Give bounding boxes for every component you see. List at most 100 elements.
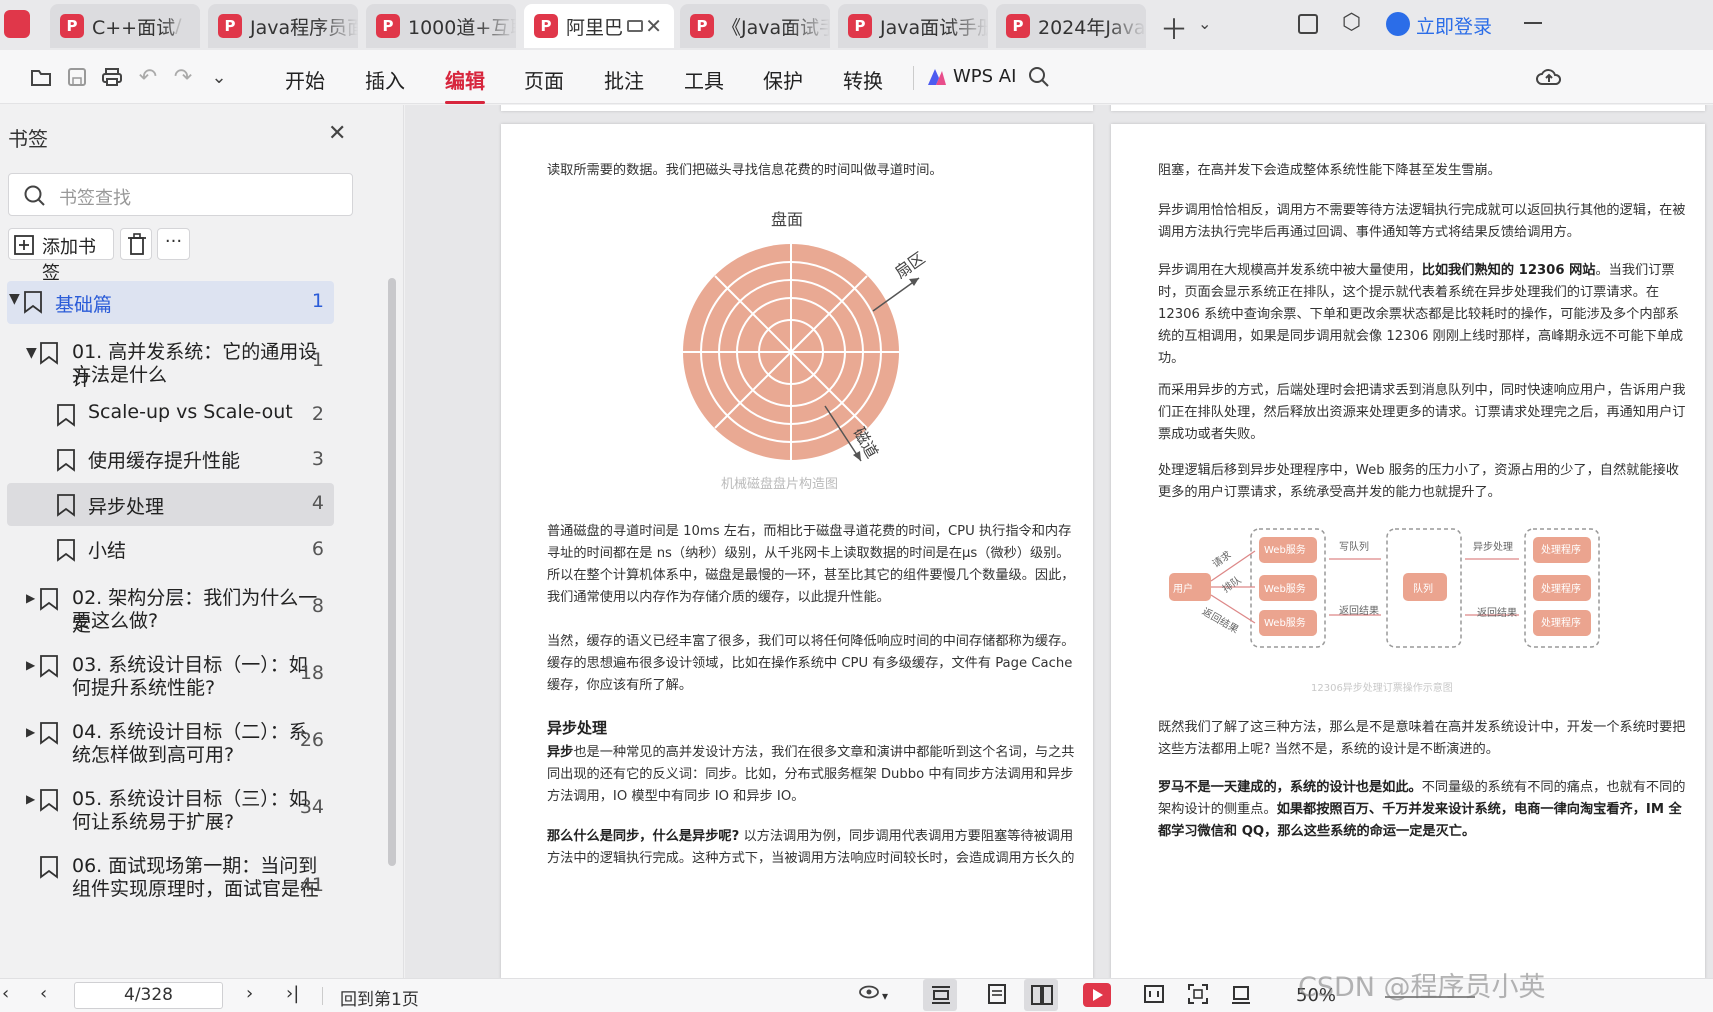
tab-6[interactable]: P 2024年Java [996, 4, 1146, 48]
chevron-down-icon[interactable]: ⌄ [1198, 14, 1211, 33]
bookmark-item-hovered[interactable]: 异步处理 4 [7, 483, 334, 526]
screen-icon [627, 20, 644, 32]
expand-arrow-icon[interactable]: ▶ [26, 658, 35, 672]
expand-arrow-icon[interactable]: ▶ [26, 792, 35, 806]
tab-4[interactable]: P 《Java面试手 [680, 4, 830, 48]
bookmark-item[interactable]: 06. 面试现场第一期：当问到 组件实现原理时，面试官是在 41 [7, 849, 334, 900]
add-bookmark-icon [14, 235, 34, 255]
cube-icon[interactable]: ⬡ [1342, 10, 1361, 35]
bookmark-search-field[interactable]: 书签查找 [8, 173, 353, 216]
search-icon[interactable] [1024, 62, 1054, 92]
next-page-icon[interactable]: › [246, 983, 253, 1004]
paragraph-line: 而采用异步的方式，后端处理时会把请求丢到消息队列中，同时快速响应用户，告诉用户我 [1158, 383, 1686, 398]
tab-3-active[interactable]: P 阿里巴 ✕ [524, 4, 674, 48]
section-heading: 异步处理 [547, 719, 608, 737]
continuous-view-icon[interactable] [987, 983, 1007, 1010]
menu-page[interactable]: 页面 [524, 65, 564, 94]
menu-start[interactable]: 开始 [285, 65, 325, 94]
tab-5[interactable]: P Java面试手册 [838, 4, 988, 48]
expand-arrow-icon[interactable]: ▼ [9, 291, 20, 307]
delete-bookmark-button[interactable] [120, 228, 152, 260]
expand-arrow-icon[interactable]: ▼ [26, 345, 37, 361]
menu-tools[interactable]: 工具 [684, 65, 724, 94]
bookmark-item[interactable]: ▶ 02. 架构分层：我们为什么一定 要这么做? 8 [7, 581, 334, 636]
back-to-first-page-link[interactable]: 回到第1页 [340, 985, 419, 1010]
expand-arrow-icon[interactable]: ▶ [26, 725, 35, 739]
pdf-icon: P [1006, 14, 1030, 38]
fit-width-icon[interactable] [1143, 983, 1165, 1010]
tab-label: 阿里巴 [566, 16, 624, 39]
menu-insert[interactable]: 插入 [365, 65, 405, 94]
bookmark-icon [57, 449, 75, 472]
bookmark-page-number: 4 [311, 492, 324, 514]
bookmark-panel: 书签 ✕ 书签查找 添加书签 ··· ▼ 基础篇 1 ▼ 01. 高并发系统：它… [0, 105, 404, 978]
expand-arrow-icon[interactable]: ▶ [26, 591, 35, 605]
cloud-upload-icon[interactable] [1534, 62, 1564, 92]
tab-0[interactable]: P C++面试/ [50, 4, 200, 48]
bookmark-item[interactable]: Scale-up vs Scale-out 2 [7, 395, 334, 435]
add-bookmark-label: 添加书签 [42, 237, 96, 284]
more-options-button[interactable]: ··· [157, 228, 190, 260]
bookmark-item[interactable]: ▶ 05. 系统设计目标（三）：如 何让系统易于扩展? 34 [7, 782, 334, 833]
save-icon[interactable] [62, 62, 92, 92]
eye-mode-icon[interactable] [858, 981, 880, 1008]
add-bookmark-button[interactable]: 添加书签 [8, 228, 114, 284]
bookmark-icon [40, 722, 58, 745]
close-tab-icon[interactable]: ✕ [645, 14, 662, 38]
bookmark-item-selected[interactable]: ▼ 基础篇 1 [7, 281, 334, 324]
print-icon[interactable] [97, 62, 127, 92]
paragraph-line: 异步调用在大规模高并发系统中被大量使用，比如我们熟知的 12306 网站。当我们… [1158, 260, 1675, 282]
paragraph-line: 方法调用，IO 模型中有同步 IO 和异步 IO。 [547, 789, 805, 804]
undo-icon[interactable]: ↶ [133, 62, 163, 92]
fit-page-icon[interactable] [1187, 983, 1209, 1010]
paragraph-line: 统的互相调用，如果是同步调用就会像 12306 刚刚上线时那样，高峰期永远不可能… [1158, 329, 1684, 344]
play-presentation-button[interactable] [1083, 983, 1111, 1007]
bookmark-item[interactable]: ▶ 04. 系统设计目标（二）：系 统怎样做到高可用? 26 [7, 715, 334, 766]
prev-page-icon[interactable]: ‹ [40, 983, 47, 1004]
bookmark-item[interactable]: 小结 6 [7, 530, 334, 570]
login-link[interactable]: 立即登录 [1416, 12, 1492, 39]
minimize-icon[interactable] [1524, 22, 1542, 24]
two-page-view-button[interactable] [1024, 979, 1058, 1011]
bold-text: 罗马不是一天建成的，系统的设计也是如此。 [1158, 780, 1422, 795]
menu-protect[interactable]: 保护 [763, 65, 803, 94]
bookmark-page-number: 8 [311, 595, 324, 617]
menu-wps-ai[interactable]: WPS AI [953, 66, 1016, 87]
prev-page-edge [1111, 105, 1705, 111]
new-tab-plus-icon[interactable]: ＋ [1160, 8, 1188, 48]
wps-ai-icon [926, 67, 948, 87]
wps-logo-icon[interactable] [4, 10, 30, 38]
menu-edit[interactable]: 编辑 [445, 65, 485, 104]
bookmark-icon [40, 655, 58, 678]
bookmark-item[interactable]: ▼ 01. 高并发系统：它的通用设计 方法是什么 1 [7, 335, 334, 390]
bookmark-icon [57, 494, 75, 517]
last-page-icon[interactable]: ›| [286, 983, 299, 1004]
bookmark-label: 异步处理 [88, 496, 165, 518]
rotate-icon[interactable] [1230, 983, 1252, 1010]
page-number-input[interactable]: 4/328 [74, 982, 223, 1009]
close-icon[interactable]: ✕ [328, 121, 346, 146]
diagram-node-web: Web服务 [1264, 618, 1306, 629]
redo-icon[interactable]: ↷ [168, 62, 198, 92]
menu-convert[interactable]: 转换 [843, 65, 883, 94]
bookmark-item[interactable]: ▶ 03. 系统设计目标（一）：如 何提升系统性能? 18 [7, 648, 334, 699]
bookmark-label: 小结 [88, 540, 127, 562]
first-page-icon[interactable]: ‹ [2, 983, 9, 1004]
open-folder-icon[interactable] [26, 62, 56, 92]
bookmark-page-number: 26 [299, 729, 324, 751]
bookmark-item[interactable]: 使用缓存提升性能 3 [7, 440, 334, 480]
single-page-view-button[interactable] [923, 979, 957, 1011]
bold-text: 比如我们熟知的 12306 网站 [1421, 263, 1596, 278]
user-avatar-icon[interactable] [1386, 12, 1410, 36]
bookmark-icon [40, 342, 58, 365]
tab-1[interactable]: P Java程序员面 [208, 4, 358, 48]
sidebar-scrollbar[interactable] [388, 278, 396, 866]
single-page-icon [932, 986, 950, 1004]
paragraph-line: 所以在整个计算机体系中，磁盘是最慢的一环，甚至比其它的组件要慢几个数量级。因此， [547, 568, 1075, 583]
text-span: 异步调用在大规模高并发系统中被大量使用， [1158, 263, 1422, 278]
tab-2[interactable]: P 1000道+互联 [366, 4, 516, 48]
chevron-down-icon[interactable]: ⌄ [204, 62, 234, 92]
window-mode-icon[interactable] [1298, 14, 1318, 34]
chevron-down-icon[interactable]: ▾ [882, 989, 888, 1003]
menu-review[interactable]: 批注 [604, 65, 644, 94]
